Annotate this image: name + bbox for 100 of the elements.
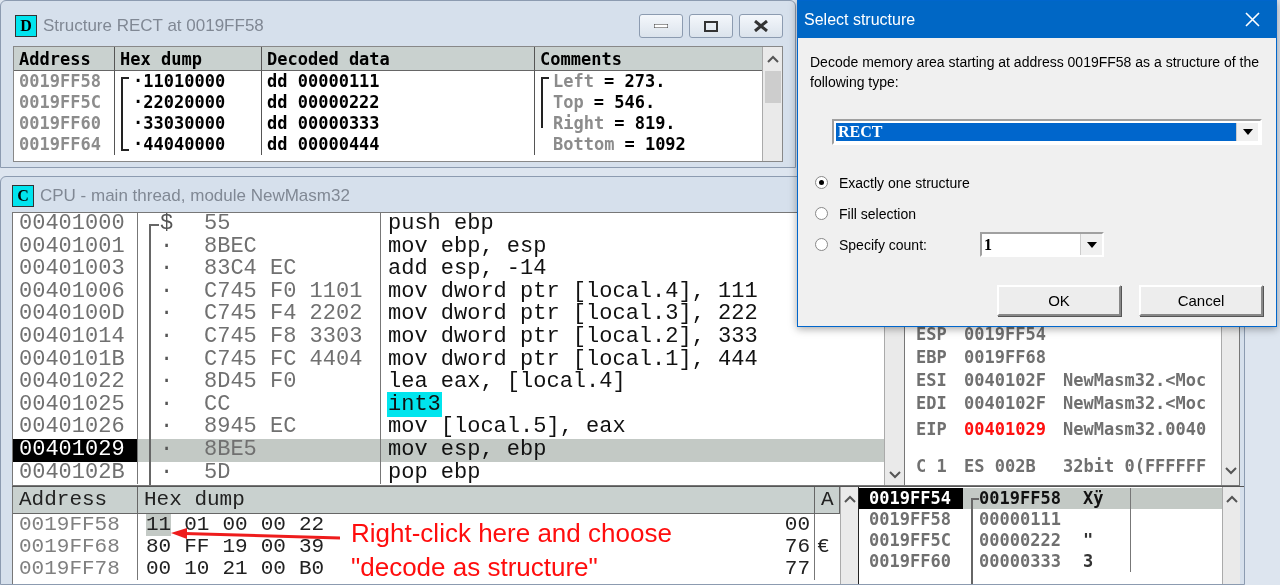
decoded-data-cell: dd 00000333 [262, 113, 535, 134]
hex-cell: 8945 EC [204, 416, 381, 439]
address-cell[interactable]: 00401000 [13, 213, 138, 236]
minimize-button[interactable] [639, 14, 683, 38]
address-cell-text: 0019FF5C [868, 530, 952, 551]
hex-byte: 77 [784, 558, 810, 580]
hex-byte: 01 [184, 514, 210, 536]
comment-value: = 819. [614, 113, 676, 134]
address-cell: 0019FF54 [859, 488, 963, 509]
column-header: Address [13, 487, 138, 513]
maximize-button[interactable] [689, 14, 733, 38]
command-text: mov ebp, esp [387, 233, 548, 259]
address-cell[interactable]: 00401022 [13, 371, 138, 394]
scroll-down-icon [888, 471, 901, 479]
hex-cell: 8D45 F0 [204, 371, 381, 394]
close-button[interactable] [739, 14, 783, 38]
combo-selection[interactable]: RECT [836, 123, 1236, 141]
address-cell: 0019FF5C [14, 92, 115, 113]
hex-dump-cell: ·33030000 [115, 113, 262, 134]
decoded-data-cell: dd 00000222 [262, 92, 535, 113]
hex-dump-cell: ·22020000 [115, 92, 262, 113]
register-value: ES 002B [964, 455, 1037, 478]
dialog-title: Select structure [804, 10, 916, 29]
scroll-up-icon [1225, 495, 1238, 503]
decoded-data-cell: dd 00000111 [262, 71, 535, 92]
scrollbar[interactable] [1222, 487, 1240, 584]
dialog-button[interactable]: Cancel [1139, 285, 1263, 316]
scrollbar-thumb[interactable] [764, 71, 781, 103]
address-cell[interactable]: 00401025 [13, 393, 138, 417]
window-title: Structure RECT at 0019FF58 [43, 16, 264, 36]
hex-byte: 00 [260, 558, 286, 580]
value-cell-text: 00000111 [978, 509, 1062, 530]
stack-row[interactable]: 0019FF5C 00000222 " [859, 530, 1222, 551]
marker-cell-text: · [159, 303, 175, 326]
address-cell[interactable]: 00401001 [13, 235, 138, 259]
dropdown-arrow-icon [1086, 241, 1097, 248]
scrollbar[interactable] [840, 487, 858, 584]
hex-dump-cell: ·11010000 [115, 71, 262, 92]
address-cell[interactable]: 00401026 [13, 416, 138, 439]
decoded-data-cell: dd 00000444 [262, 134, 535, 155]
comment-label: Top [553, 92, 584, 113]
address-cell[interactable]: 00401029 [13, 438, 138, 462]
hex-byte: 76 [784, 536, 810, 558]
hex-cell: C745 F8 3303 [204, 325, 381, 349]
register-value: 00401029 [964, 418, 1047, 441]
register-name: EDI [916, 392, 948, 415]
bracket-line [541, 77, 549, 128]
type-combo[interactable]: RECT [832, 119, 1262, 145]
hex-byte: 22 [298, 514, 325, 536]
count-combo[interactable]: 1 [980, 232, 1104, 257]
marker-cell-text: · [159, 348, 175, 372]
register-value: 0040102F [964, 392, 1047, 415]
stack-row[interactable]: 0019FF60 00000333 3 [859, 551, 1222, 572]
address-cell[interactable]: 00401006 [13, 280, 138, 304]
address-cell[interactable]: 0040100D [13, 303, 138, 326]
dialog-button[interactable]: OK [997, 285, 1121, 316]
command-text: mov [local.5], eax [387, 414, 627, 440]
hex-byte: 11 [146, 514, 172, 536]
address-cell[interactable]: 00401003 [13, 258, 138, 281]
register-name: ESI [916, 369, 948, 392]
address-cell: 0019FF58 [14, 71, 115, 92]
register-comment: NewMasm32.<Moc [1063, 369, 1208, 392]
value-cell-text: 0019FF58 [978, 488, 1062, 509]
marker-cell: · [138, 438, 204, 462]
address-cell[interactable]: 0040101B [13, 348, 138, 372]
address-cell[interactable]: 00401014 [13, 325, 138, 349]
radio-label[interactable]: Exactly one structure [839, 174, 970, 191]
marker-cell-text: · [159, 280, 175, 304]
value-cell-text: 00000333 [978, 551, 1062, 572]
close-icon[interactable] [1245, 12, 1260, 27]
ascii-cell: € [817, 535, 830, 558]
register-name: EIP [916, 418, 948, 441]
marker-cell-text: · [159, 235, 175, 259]
hex-byte: 00 [146, 558, 172, 580]
hex-byte: 39 [298, 536, 325, 558]
radio-label[interactable]: Fill selection [839, 205, 917, 222]
dropdown-arrow-icon [1242, 129, 1253, 135]
hex-dump-cell: ·44040000 [115, 134, 262, 155]
window-icon: C [12, 184, 34, 207]
radio-button[interactable] [815, 207, 828, 220]
stack-row[interactable]: 0019FF58 00000111 [859, 509, 1222, 530]
register-name: EBP [916, 346, 948, 369]
radio-button[interactable] [815, 238, 828, 251]
hex-cell: 5D [204, 461, 381, 485]
radio-button[interactable] [815, 176, 828, 189]
hex-byte: 10 [184, 558, 210, 580]
scrollbar[interactable] [762, 47, 782, 161]
hex-byte: FF [184, 536, 210, 558]
hex-byte: 00 [784, 514, 810, 536]
hex-byte: 00 [260, 514, 286, 536]
address-cell[interactable]: 0040102B [13, 461, 138, 485]
command-text: pop ebp [387, 459, 481, 485]
ascii-cell: " [1083, 530, 1094, 550]
address-cell: 0019FF78 [13, 558, 138, 580]
address-cell: 0019FF60 [14, 113, 115, 134]
hex-cell: CC [204, 393, 381, 417]
scroll-up-icon [766, 55, 779, 63]
hex-byte: 21 [222, 558, 248, 580]
radio-label[interactable]: Specify count: [839, 236, 927, 253]
stack-row[interactable]: 0019FF54 0019FF58 Xÿ [859, 488, 1222, 509]
